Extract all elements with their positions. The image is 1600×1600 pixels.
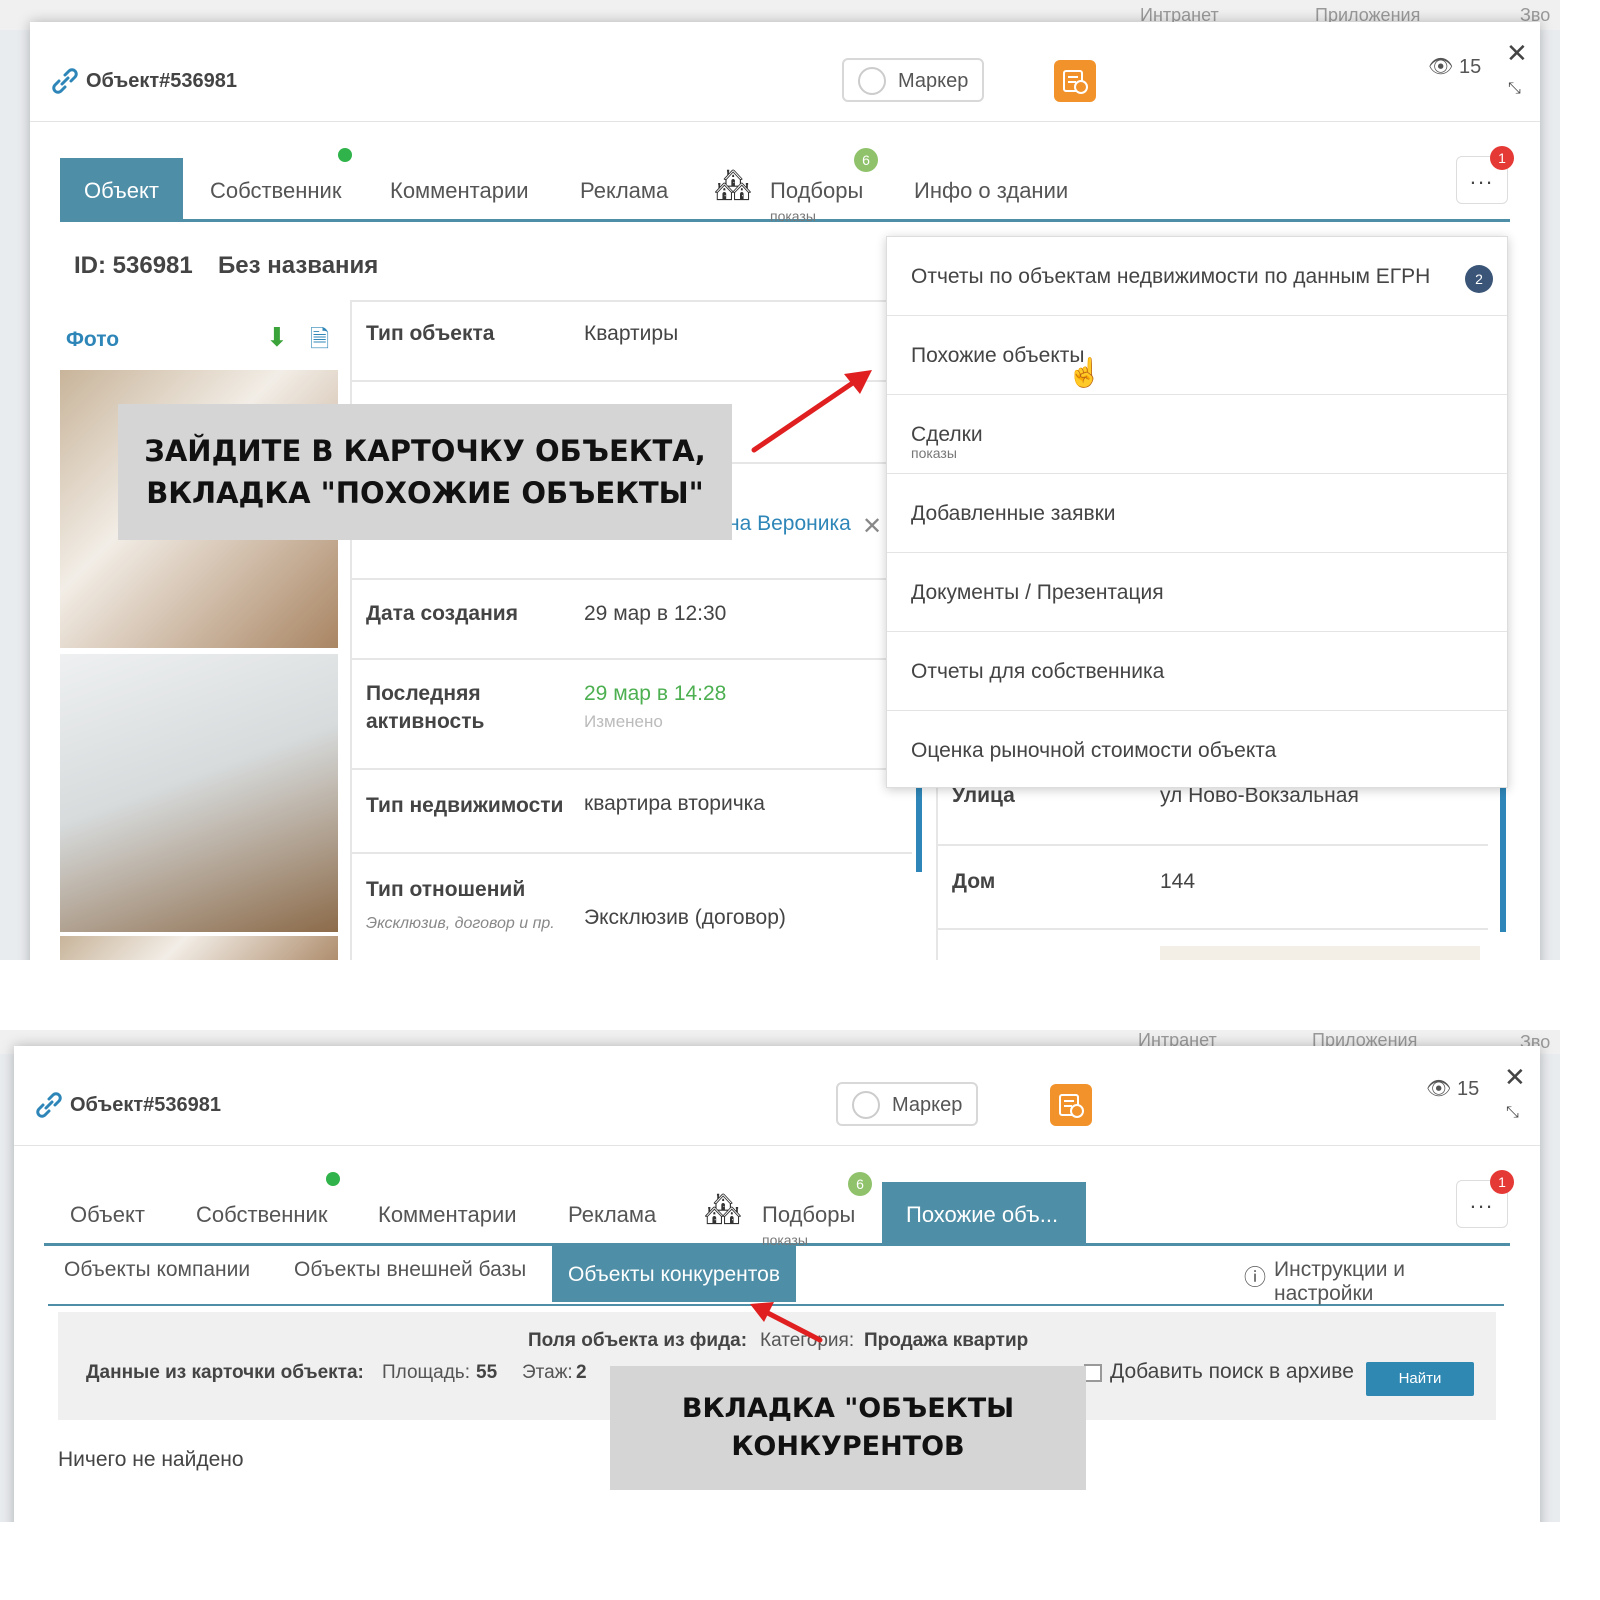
- document-add-icon: [1063, 70, 1088, 94]
- hand-cursor-icon: ☝: [1067, 357, 1102, 388]
- help-icon[interactable]: ⓘ: [1244, 1260, 1266, 1292]
- instruction-callout-2: ВКЛАДКА "ОБЪЕКТЫ КОНКУРЕНТОВ: [610, 1366, 1086, 1490]
- map-preview[interactable]: [1160, 946, 1480, 960]
- marker-button[interactable]: Маркер: [842, 58, 984, 102]
- modal-title-2: Объект#536981: [70, 1094, 222, 1116]
- close-icon[interactable]: ✕: [1506, 38, 1528, 69]
- top-screenshot: Интранет Приложения Зво Объект#536981 Ма…: [0, 0, 1560, 960]
- tab-similar-objects[interactable]: Похожие объ...: [882, 1182, 1086, 1244]
- row-last-activity: Последняя активность 29 мар в 14:28 Изме…: [352, 660, 912, 770]
- eye-icon-2: 👁: [1426, 1078, 1452, 1100]
- link-icon-2: [34, 1090, 64, 1125]
- marker-button-2[interactable]: Маркер: [836, 1082, 978, 1126]
- tab-owner[interactable]: Собственник: [210, 158, 341, 220]
- floor-value: 2: [576, 1362, 587, 1383]
- archive-label: Добавить поиск в архиве: [1110, 1360, 1354, 1383]
- more-badge: 1: [1490, 146, 1514, 170]
- selections-badge-2: 6: [848, 1172, 872, 1196]
- tab-selections[interactable]: Подборы показы: [770, 158, 863, 224]
- collapse-icon-2[interactable]: ⤡: [1506, 1104, 1519, 1122]
- menu-item-market-valuation[interactable]: Оценка рыночной стоимости объекта: [887, 711, 1507, 790]
- row-house: Дом 144: [938, 846, 1488, 930]
- close-icon-2[interactable]: ✕: [1504, 1062, 1526, 1093]
- views-counter-2: 👁 15: [1426, 1078, 1480, 1100]
- presentation-button[interactable]: [1054, 60, 1096, 102]
- subtab-company-objects[interactable]: Объекты компании: [64, 1258, 250, 1282]
- main-tabs: Объект Собственник Комментарии Реклама 🏘…: [60, 142, 1514, 224]
- photo-living-room-2[interactable]: [60, 654, 338, 932]
- presentation-button-2[interactable]: [1050, 1084, 1092, 1126]
- modal-title: Объект#536981: [86, 70, 238, 92]
- row-relations: Тип отношений Эксклюзив, договор и пр. Э…: [366, 878, 786, 932]
- link-icon: [50, 66, 80, 101]
- help-link[interactable]: Инструкции и настройки: [1274, 1258, 1504, 1306]
- collapse-icon[interactable]: ⤡: [1508, 80, 1521, 98]
- arrow-to-similar: [751, 370, 872, 453]
- tab-object[interactable]: Объект: [60, 158, 183, 220]
- archive-checkbox[interactable]: [1084, 1364, 1102, 1382]
- main-tabs-2: Объект Собственник Комментарии Реклама 🏘…: [44, 1166, 1514, 1248]
- category-value: Продажа квартир: [864, 1330, 1029, 1351]
- tab-ads[interactable]: Реклама: [580, 158, 668, 220]
- tab-selections-2[interactable]: Подборы показы: [762, 1182, 855, 1248]
- tab-comments-2[interactable]: Комментарии: [378, 1182, 517, 1244]
- area-key: Площадь:: [382, 1362, 470, 1383]
- selections-badge: 6: [854, 148, 878, 172]
- feed-fields-label: Поля объекта из фида:: [528, 1330, 748, 1351]
- document-add-icon-2: [1059, 1094, 1084, 1118]
- modal-header-2: Объект#536981 Маркер 👁 15 ✕ ⤡: [14, 1046, 1540, 1146]
- menu-item-similar-objects[interactable]: Похожие объекты ☝: [887, 316, 1507, 395]
- tab-comments[interactable]: Комментарии: [390, 158, 529, 220]
- more-dropdown-menu: Отчеты по объектам недвижимости по данны…: [886, 236, 1508, 788]
- modal-header: Объект#536981 Маркер 👁 15 ✕ ⤡: [30, 22, 1540, 122]
- tab-building-info[interactable]: Инфо о здании: [914, 158, 1068, 220]
- tab-ads-2[interactable]: Реклама: [568, 1182, 656, 1244]
- more-badge-2: 1: [1490, 1170, 1514, 1194]
- arrow-to-competitors: [750, 1302, 823, 1343]
- photo-3[interactable]: [60, 936, 338, 960]
- download-icon[interactable]: ⬇: [266, 322, 288, 353]
- eye-icon: 👁: [1428, 56, 1454, 78]
- subtab-external-base[interactable]: Объекты внешней базы: [294, 1258, 526, 1282]
- menu-item-egrn-reports[interactable]: Отчеты по объектам недвижимости по данны…: [887, 237, 1507, 316]
- find-button[interactable]: Найти: [1366, 1362, 1474, 1396]
- egrn-badge: 2: [1465, 265, 1493, 293]
- responsible-name[interactable]: на Вероника: [728, 512, 851, 536]
- menu-item-added-requests[interactable]: Добавленные заявки: [887, 474, 1507, 553]
- menu-item-deals[interactable]: Сделки показы: [887, 395, 1507, 474]
- tab-object-2[interactable]: Объект: [70, 1182, 145, 1244]
- houses-icon-2: 🏘: [704, 1193, 743, 1226]
- scroll-indicator-right[interactable]: [1500, 782, 1506, 932]
- photo-label: Фото: [66, 328, 120, 351]
- address-panel: Улица ул Ново-Вокзальная Дом 144: [936, 762, 1488, 960]
- owner-status-dot: [338, 148, 352, 162]
- row-property-type: Тип недвижимости квартира вторичка: [352, 770, 912, 854]
- menu-item-documents[interactable]: Документы / Презентация: [887, 553, 1507, 632]
- area-value: 55: [476, 1362, 498, 1383]
- marker-radio-icon-2: [852, 1091, 880, 1119]
- houses-icon: 🏘: [714, 169, 753, 202]
- owner-status-dot-2: [326, 1172, 340, 1186]
- document-icon[interactable]: 🗎: [310, 322, 329, 363]
- object-name: Без названия: [218, 252, 379, 279]
- views-counter: 👁 15: [1428, 56, 1482, 78]
- bottom-screenshot: Интранет Приложения Зво Объект#536981 Ма…: [0, 1030, 1560, 1522]
- instruction-callout-1: ЗАЙДИТЕ В КАРТОЧКУ ОБЪЕКТА, ВКЛАДКА "ПОХ…: [118, 404, 732, 540]
- remove-responsible-icon[interactable]: ✕: [862, 512, 882, 541]
- no-results-text: Ничего не найдено: [58, 1448, 244, 1471]
- scroll-indicator-left: [916, 782, 922, 872]
- card-data-label: Данные из карточки объекта:: [86, 1362, 364, 1383]
- tab-owner-2[interactable]: Собственник: [196, 1182, 327, 1244]
- row-created: Дата создания 29 мар в 12:30: [352, 580, 912, 660]
- menu-item-owner-reports[interactable]: Отчеты для собственника: [887, 632, 1507, 711]
- marker-radio-icon: [858, 67, 886, 95]
- object-id: ID: 536981: [74, 252, 193, 279]
- floor-key: Этаж:: [522, 1362, 573, 1383]
